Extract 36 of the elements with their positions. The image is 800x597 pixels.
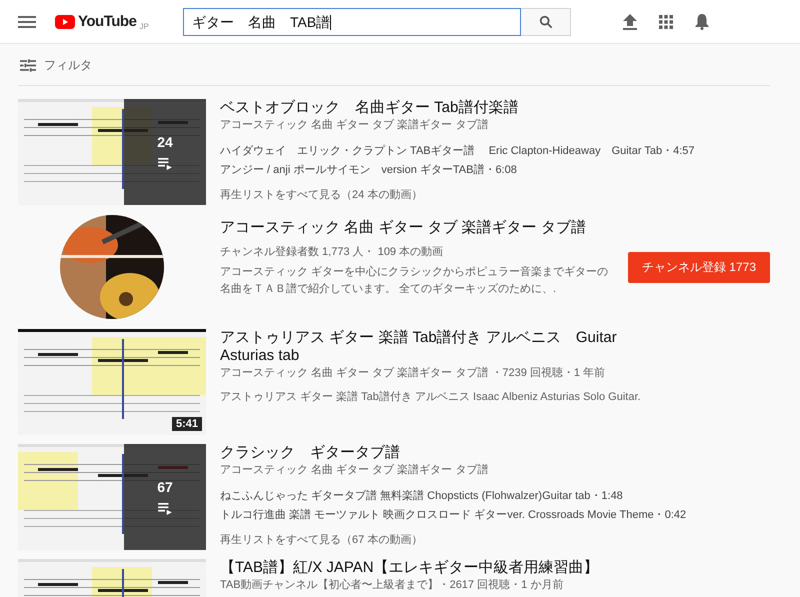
- result-title[interactable]: クラシック ギタータブ譜: [220, 444, 686, 462]
- result-title[interactable]: アコースティック 名曲 ギター タブ 楽譜ギター タブ譜: [220, 219, 614, 237]
- result-title[interactable]: ベストオブロック 名曲ギター Tab譜付楽譜: [220, 99, 695, 117]
- apps-grid-icon[interactable]: [659, 14, 673, 28]
- playlist-video-link[interactable]: ハイダウェイ エリック・クラプトン TABギター譜 Eric Clapton-Hideaway Guitar Tab・4:57: [220, 142, 695, 161]
- playlist-video-link[interactable]: トルコ行進曲 楽譜 モーツァルト 映画クロスロード ギターver. Crossroads Movie Theme・0:42: [220, 506, 686, 525]
- result-description: アコースティック ギターを中心にクラシックからポピュラー音楽までギターの名曲をＴＡＢ譜で紹介しています。 全てのギターキッズのために、.: [220, 264, 610, 297]
- video-count: 24: [157, 134, 173, 150]
- result-meta: チャンネル登録者数 1,773 人・ 109 本の動画: [220, 245, 444, 260]
- filter-icon[interactable]: [20, 58, 36, 72]
- playlist-icon: [158, 158, 172, 170]
- result-description: アストゥリアス ギター 楽譜 Tab譜付き アルベニス Isaac Albeniz Asturias Solo Guitar.: [220, 390, 642, 405]
- menu-icon[interactable]: [18, 16, 36, 28]
- search-button[interactable]: [521, 8, 571, 36]
- view-all-link[interactable]: 再生リストをすべて見る（24 本の動画）: [220, 186, 695, 205]
- bell-icon[interactable]: [695, 13, 709, 30]
- channel-name[interactable]: アコースティック 名曲 ギター タブ 楽譜ギター タブ譜: [220, 117, 695, 133]
- search-icon: [538, 14, 552, 28]
- result-title[interactable]: アストゥリアス ギター 楽譜 Tab譜付き アルベニス Guitar Asturias tab: [220, 329, 650, 365]
- result-meta: TAB動画チャンネル【初心者〜上級者まで】・2617 回視聴・1 か月前: [220, 578, 564, 593]
- play-logo-icon[interactable]: [55, 14, 75, 28]
- result-title[interactable]: 【TAB譜】紅/X JAPAN【エレキギター中級者用練習曲】: [220, 559, 599, 577]
- subscribe-button[interactable]: チャンネル登録 1773: [628, 252, 770, 282]
- playlist-video-link[interactable]: アンジー / anji ポールサイモン version ギターTAB譜・6:08: [220, 161, 695, 180]
- upload-icon[interactable]: [623, 14, 637, 30]
- playlist-icon: [158, 503, 172, 515]
- result-meta: アコースティック 名曲 ギター タブ 楽譜ギター タブ譜 ・7239 回視聴・1 年前: [220, 366, 606, 381]
- filter-button[interactable]: フィルタ: [44, 56, 92, 74]
- view-all-link[interactable]: 再生リストをすべて見る（67 本の動画）: [220, 531, 686, 550]
- video-count: 67: [157, 479, 173, 495]
- channel-name[interactable]: アコースティック 名曲 ギター タブ 楽譜ギター タブ譜: [220, 462, 686, 478]
- logo-text[interactable]: YouTube: [78, 13, 136, 30]
- region-label: JP: [139, 22, 149, 31]
- playlist-video-link[interactable]: ねこふんじゃった ギタータブ譜 無料楽譜 Chopsticts (Flohwalzer)Guitar tab・1:48: [220, 487, 686, 506]
- search-field[interactable]: ギター 名曲 TAB譜: [183, 8, 521, 36]
- video-duration: 5:41: [172, 417, 202, 431]
